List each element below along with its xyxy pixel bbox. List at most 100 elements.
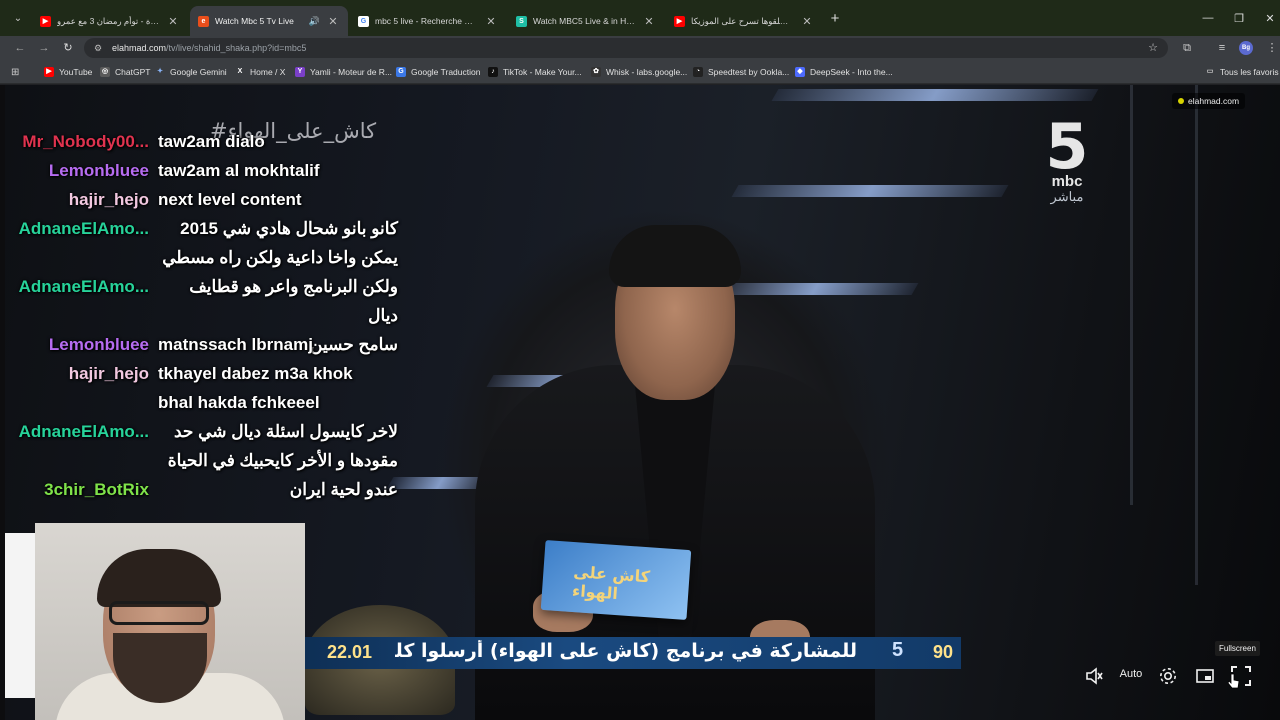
streamer-webcam [35, 523, 305, 720]
close-tab-icon[interactable]: ✕ [642, 15, 656, 28]
tab-4[interactable]: S Watch MBC5 Live & in HD | Sha ✕ [508, 6, 664, 36]
bookmark-label: DeepSeek - Into the... [810, 67, 893, 77]
chat-line: يمكن واخا داعية ولكن راه مسطي [162, 248, 398, 267]
profile-avatar[interactable]: Bg [1239, 41, 1253, 55]
host-hair [609, 225, 741, 287]
bookmark-label: Google Gemini [170, 67, 227, 77]
close-tab-icon[interactable]: ✕ [484, 15, 498, 28]
chat-message: Mr_Nobody00... taw2am dialo [5, 127, 398, 156]
browser-toolbar: ← → ↻ ⚙ elahmad.com/tv/live/shahid_shaka… [0, 36, 1280, 60]
quality-selector[interactable]: Auto [1116, 668, 1146, 680]
ticker-message: للمشاركة في برنامج (كاش على الهواء) أرسل… [395, 640, 857, 662]
bookmark-label: Google Traduction [411, 67, 481, 77]
gemini-icon: ✦ [157, 68, 163, 75]
chat-message: AdnaneElAmo... كانو بانو شحال هادي شي 20… [5, 214, 398, 272]
youtube-icon: ▶ [674, 15, 685, 27]
bookmark-whisk[interactable]: ✿ Whisk - labs.google... [591, 65, 687, 79]
chat-line: taw2am al mokhtalif [158, 161, 320, 180]
tab-title: Watch Mbc 5 Tv Live [215, 16, 294, 26]
url-host: elahmad.com [112, 43, 167, 53]
reload-icon[interactable]: ↻ [60, 40, 76, 56]
bookmark-yamli[interactable]: Y Yamli - Moteur de R... [295, 65, 392, 79]
yamli-icon: Y [295, 67, 305, 77]
tab-title: آجي نظلقوها تسرح على الموزيكا [691, 15, 794, 26]
chat-text: كانو بانو شحال هادي شي 2015 يمكن واخا داع… [158, 214, 398, 272]
chat-text: taw2am dialo [158, 127, 398, 156]
chat-line: matnssach lbrnamj [158, 335, 313, 354]
chat-username: AdnaneElAmo... [18, 422, 149, 441]
settings-gear-icon[interactable] [1157, 665, 1179, 687]
bookmark-star-icon[interactable]: ☆ [1145, 40, 1161, 56]
chat-line: next level content [158, 190, 302, 209]
bookmark-label: Whisk - labs.google... [606, 67, 688, 77]
forward-icon[interactable]: → [36, 40, 52, 56]
close-tab-icon[interactable]: ✕ [166, 15, 180, 28]
minimize-icon[interactable]: — [1193, 0, 1223, 36]
ticker-time: 22.01 [327, 642, 373, 662]
chat-line: عندو لحية ايران [289, 480, 398, 499]
chat-username: 3chir_BotRix [44, 480, 149, 499]
badge-dot-icon [1178, 98, 1184, 104]
chat-text: tkhayel dabez m3a khok bhal hakda fchkeee… [158, 359, 398, 417]
tab-5[interactable]: ▶ آجي نظلقوها تسرح على الموزيكا ✕ [666, 6, 822, 36]
tab-3[interactable]: G mbc 5 live - Recherche Google ✕ [350, 6, 506, 36]
bookmark-speedtest[interactable]: ◔ Speedtest by Ookla... [693, 65, 789, 79]
media-controls-icon[interactable]: ≡ [1214, 40, 1230, 56]
page-viewport: كاش على الهواء #كاش_على_الهواء 5 mbc مبا… [0, 85, 1280, 720]
bookmark-label: Tous les favoris [1220, 67, 1279, 77]
bookmarks-bar: ⊞ ▶ YouTube ◎ ChatGPT ✦ Google Gemini X Home… [0, 60, 1280, 84]
chatgpt-icon: ◎ [100, 67, 110, 77]
chat-message: 3chir_BotRix عندو لحية ايران [5, 475, 398, 504]
address-bar[interactable]: ⚙ elahmad.com/tv/live/shahid_shaka.php?i… [84, 38, 1168, 58]
channel-number: 5 [1045, 110, 1089, 183]
bookmark-youtube[interactable]: ▶ YouTube [44, 65, 92, 79]
mouse-cursor-icon [1228, 673, 1240, 689]
bookmark-chatgpt[interactable]: ◎ ChatGPT [100, 65, 150, 79]
restore-icon[interactable]: ❐ [1224, 0, 1254, 36]
chat-username: Mr_Nobody00... [22, 132, 149, 151]
menu-kebab-icon[interactable]: ⋮ [1264, 40, 1280, 56]
chat-line: مقودها و الأخر كايحبيك في الحياة [167, 451, 398, 470]
chat-line: لاخر كايسول اسئلة ديال شي حد [173, 422, 398, 441]
ticker-sms-code: 90 [933, 642, 954, 662]
volume-muted-icon[interactable] [1084, 666, 1104, 686]
chat-line: tkhayel dabez m3a khok [158, 364, 353, 383]
close-tab-icon[interactable]: ✕ [326, 15, 340, 28]
extensions-icon[interactable]: ⧉ [1179, 40, 1195, 56]
site-badge[interactable]: elahmad.com [1172, 93, 1246, 109]
tab-2[interactable]: e Watch Mbc 5 Tv Live 🔊 ✕ [190, 6, 348, 36]
bookmark-label: TikTok - Make Your... [503, 67, 582, 77]
whisk-icon: ✿ [591, 67, 601, 77]
chat-text: عندو لحية ايران [158, 475, 398, 504]
close-window-icon[interactable]: ✕ [1255, 0, 1280, 36]
chat-username: Lemonbluee [48, 335, 149, 354]
speaker-icon[interactable]: 🔊 [309, 16, 320, 27]
stage-light [711, 283, 919, 295]
apps-grid-icon[interactable]: ⊞ [11, 65, 19, 79]
url-text: elahmad.com/tv/live/shahid_shaka.php?id=… [112, 43, 306, 53]
webcam-backdrop [5, 533, 35, 698]
chat-message: Lemonbluee matnssach lbrnamj [5, 330, 398, 359]
chat-text: taw2am al mokhtalif [158, 156, 398, 185]
new-tab-icon[interactable]: + [826, 10, 844, 28]
news-ticker: 22.01 للمشاركة في برنامج (كاش على الهواء… [305, 637, 961, 669]
bookmark-deepseek[interactable]: ◆ DeepSeek - Into the... [795, 65, 893, 79]
bookmark-x[interactable]: X Home / X [235, 65, 286, 79]
x-icon: X [237, 68, 243, 75]
bookmark-google-translate[interactable]: G Google Traduction [396, 65, 480, 79]
elahmad-icon: e [198, 15, 209, 27]
chat-message: hajir_hejo next level content [5, 185, 398, 214]
url-path: /tv/live/shahid_shaka.php?id=mbc5 [166, 43, 307, 53]
all-bookmarks[interactable]: ▭ Tous les favoris [1205, 65, 1279, 79]
back-icon[interactable]: ← [12, 40, 28, 56]
close-tab-icon[interactable]: ✕ [800, 15, 814, 28]
tab-strip: ⌄ ▶ الصلاة - توأم رمضان 3 مع عمرو ✕ e Wa… [0, 0, 1280, 36]
picture-in-picture-icon[interactable] [1195, 666, 1215, 686]
chat-line: taw2am dialo [158, 132, 265, 151]
bookmark-tiktok[interactable]: ♪ TikTok - Make Your... [488, 65, 582, 79]
site-info-icon[interactable]: ⚙ [92, 42, 104, 54]
tab-1[interactable]: ▶ الصلاة - توأم رمضان 3 مع عمرو ✕ [32, 6, 188, 36]
bookmark-gemini[interactable]: ✦ Google Gemini [155, 65, 227, 79]
tab-search-icon[interactable]: ⌄ [9, 9, 27, 27]
streamer-glasses [109, 601, 209, 625]
